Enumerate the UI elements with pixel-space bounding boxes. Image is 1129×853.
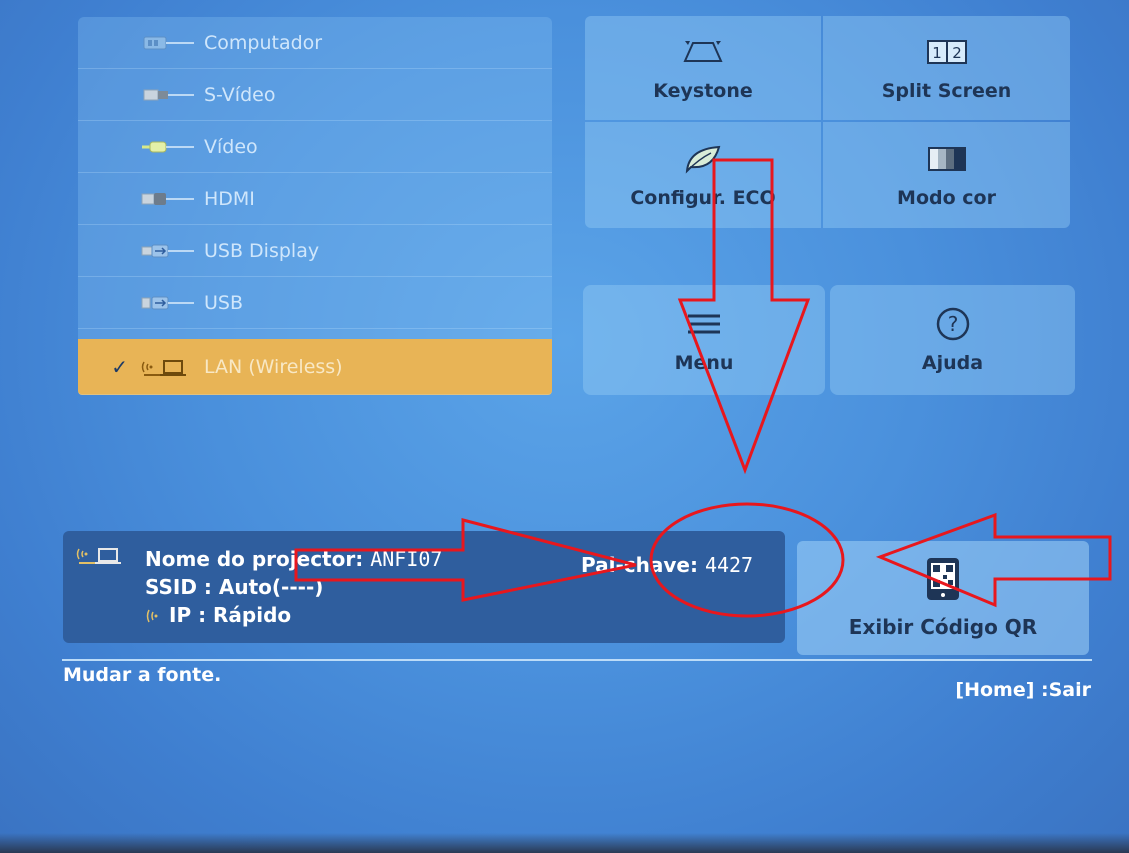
source-label: USB [204,291,244,314]
wireless-signal-icon [145,607,167,629]
projector-name-row: Nome do projector: ANFI07 [145,547,442,571]
source-label: USB Display [204,239,320,262]
source-item-lan-wireless[interactable]: ✓ LAN (Wireless) [78,339,552,395]
ip-label: IP : [169,603,207,627]
show-qr-code-label: Exibir Código QR [848,615,1038,639]
passkey-row: Pal-chave: 4427 [581,553,753,577]
usb-icon [138,291,200,315]
hdmi-connector-icon [138,187,200,211]
keystone-icon [683,34,723,70]
projector-name-value: ANFI07 [370,547,443,571]
help-button[interactable]: ? Ajuda [830,285,1075,395]
leaf-icon [683,141,723,177]
ssid-row: SSID : Auto(----) [145,575,323,599]
source-label: HDMI [204,187,255,210]
source-item-computador[interactable]: Computador [78,17,552,69]
divider [62,659,1092,661]
source-item-usb-display[interactable]: USB Display [78,225,552,277]
source-list: Computador S-Vídeo Vídeo HDMI USB Displa… [78,17,552,395]
source-item-usb[interactable]: USB [78,277,552,329]
projector-name-label: Nome do projector: [145,547,364,571]
source-label: S-Vídeo [204,83,276,106]
checkmark-icon: ✓ [111,354,128,379]
keystone-label: Keystone [653,80,753,102]
show-qr-code-button[interactable]: Exibir Código QR [797,541,1089,655]
ssid-value: Auto(----) [218,575,324,599]
wireless-lan-icon [73,545,135,571]
color-mode-label: Modo cor [897,187,996,209]
exit-hint: [Home] :Sair [955,679,1091,701]
source-item-svideo[interactable]: S-Vídeo [78,69,552,121]
svideo-connector-icon [138,83,200,107]
status-text: Mudar a fonte. [63,664,222,686]
split-screen-glyph-1: 1 [932,44,942,62]
source-item-hdmi[interactable]: HDMI [78,173,552,225]
color-mode-button[interactable]: Modo cor [823,122,1070,228]
help-icon: ? [933,306,973,342]
help-glyph: ? [947,312,958,336]
split-screen-glyph-2: 2 [952,44,962,62]
usb-display-icon [138,239,200,263]
rca-connector-icon [138,135,200,159]
ip-value: Rápido [213,603,292,627]
keystone-button[interactable]: Keystone [585,16,821,120]
vga-connector-icon [138,31,200,55]
source-label: Vídeo [204,135,258,158]
menu-icon [684,306,724,342]
eco-settings-button[interactable]: Configur. ECO [585,122,821,228]
screen-edge-shade [0,833,1129,853]
passkey-label: Pal-chave: [581,553,698,577]
split-screen-icon: 12 [926,34,967,70]
source-label: Computador [204,31,323,54]
help-label: Ajuda [921,352,984,374]
passkey-value: 4427 [704,553,754,577]
menu-label: Menu [674,352,734,374]
network-info-panel: Nome do projector: ANFI07 Pal-chave: 442… [63,531,785,643]
menu-button[interactable]: Menu [583,285,825,395]
color-mode-icon [927,141,967,177]
eco-settings-label: Configur. ECO [630,187,776,209]
source-item-video[interactable]: Vídeo [78,121,552,173]
split-screen-button[interactable]: 12 Split Screen [823,16,1070,120]
qr-code-icon [925,557,961,605]
wireless-lan-icon [138,355,200,379]
ssid-label: SSID : [145,575,212,599]
split-screen-label: Split Screen [881,80,1012,102]
source-label: LAN (Wireless) [204,355,343,378]
ip-row: IP : Rápido [169,603,291,627]
